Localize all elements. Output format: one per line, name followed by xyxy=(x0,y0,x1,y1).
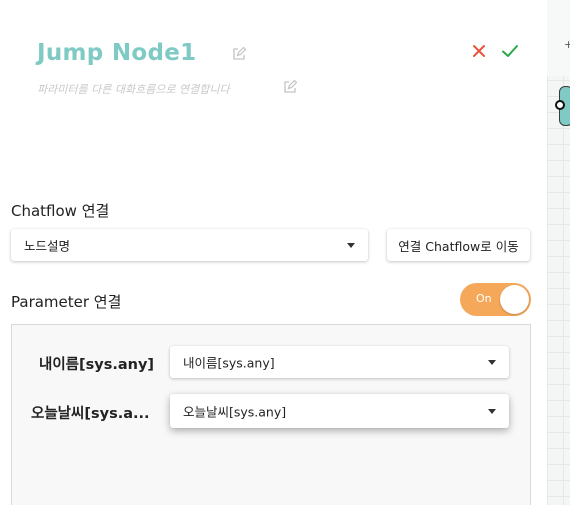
dropdown-arrow-icon xyxy=(347,243,355,248)
chatflow-select[interactable]: 노드설명 xyxy=(11,229,368,261)
parameter-name: 내이름[sys.any] xyxy=(39,357,155,373)
check-icon[interactable] xyxy=(501,43,519,59)
edit-description-icon[interactable] xyxy=(283,80,297,94)
go-to-chatflow-button[interactable]: 연결 Chatflow로 이동 xyxy=(387,229,530,261)
close-icon[interactable] xyxy=(471,43,487,59)
toggle-label: On xyxy=(476,292,492,305)
chatflow-section-label: Chatflow 연결 xyxy=(11,202,110,220)
parameter-select[interactable]: 오늘날씨[sys.any] xyxy=(170,394,509,428)
parameter-select[interactable]: 내이름[sys.any] xyxy=(170,346,509,378)
flow-canvas[interactable]: + xyxy=(547,0,570,505)
parameter-select-value: 내이름[sys.any] xyxy=(183,355,275,371)
node-port[interactable] xyxy=(555,100,565,110)
node-title: Jump Node1 xyxy=(37,40,197,66)
chatflow-select-value: 노드설명 xyxy=(24,238,71,254)
parameter-name: 오늘날씨[sys.a... xyxy=(31,406,150,422)
parameter-toggle[interactable]: On xyxy=(460,283,531,316)
parameter-section-label: Parameter 연결 xyxy=(11,293,122,311)
plus-icon[interactable]: + xyxy=(564,38,570,51)
edit-title-icon[interactable] xyxy=(232,47,246,61)
dropdown-arrow-icon xyxy=(488,360,496,365)
toggle-knob xyxy=(500,285,529,314)
node-description: 파라미터를 다른 대화흐름으로 연결합니다 xyxy=(37,83,230,96)
parameter-select-value: 오늘날씨[sys.any] xyxy=(183,404,287,420)
dropdown-arrow-icon xyxy=(488,409,496,414)
